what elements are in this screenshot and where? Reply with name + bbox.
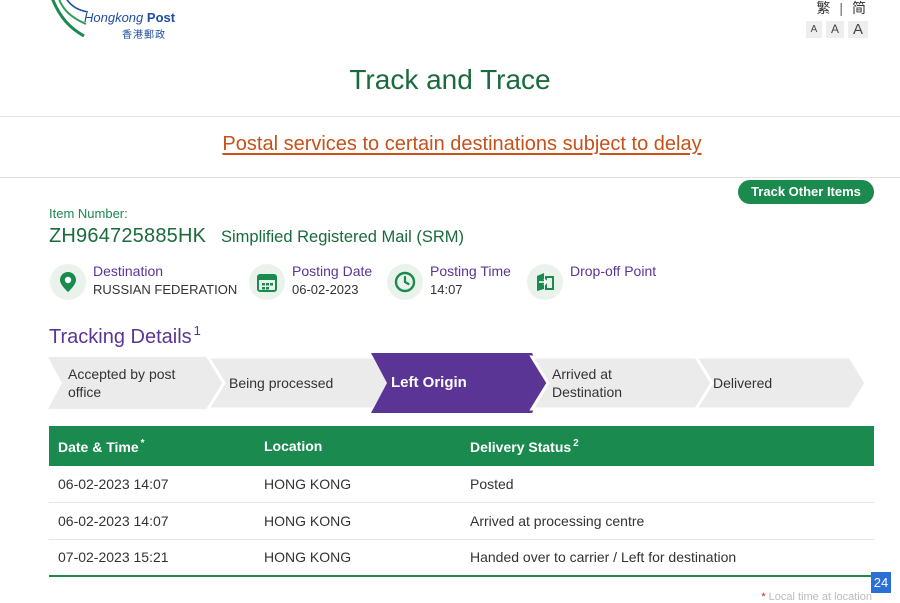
- tracking-details-heading: Tracking Details 1: [49, 323, 201, 348]
- step-delivered-label: Delivered: [713, 375, 773, 391]
- table-row: 06-02-2023 14:07 HONG KONG Arrived at pr…: [49, 502, 874, 540]
- page-title: Track and Trace: [349, 64, 551, 95]
- logo-text-zh: 香港郵政: [122, 30, 166, 41]
- tracking-table: Date & Time * Location Delivery Status 2 0…: [49, 426, 874, 577]
- table-row: 07-02-2023 15:21 HONG KONG Handed over t…: [49, 539, 874, 577]
- posting-time-info: Posting Time 14:07: [387, 262, 517, 302]
- header-datetime: Date & Time *: [49, 426, 255, 466]
- tracking-progress-steps: Accepted by post office Being processed L…: [48, 353, 878, 413]
- mail-type: Simplified Registered Mail (SRM): [221, 228, 464, 246]
- cell-location: HONG KONG: [255, 539, 461, 577]
- posting-date-value: 06-02-2023: [292, 282, 359, 297]
- drop-off-point-info[interactable]: Drop-off Point: [527, 262, 677, 302]
- destination-label: Destination: [93, 263, 164, 279]
- header-location: Location: [255, 426, 461, 466]
- posting-time-value: 14:07: [430, 282, 463, 297]
- item-number: ZH964725885HK: [49, 225, 207, 247]
- font-size-large-button[interactable]: A: [848, 21, 868, 38]
- cell-status: Handed over to carrier / Left for destin…: [461, 539, 874, 577]
- font-size-medium-button[interactable]: A: [826, 21, 844, 38]
- footnote-ref: 1: [193, 323, 201, 338]
- step-arrived-label: Arrived at Destination: [552, 366, 623, 400]
- location-pin-icon: [50, 264, 86, 300]
- cell-datetime: 07-02-2023 15:21: [49, 539, 255, 577]
- font-size-small-button[interactable]: A: [806, 21, 822, 38]
- table-row: 06-02-2023 14:07 HONG KONG Posted: [49, 466, 874, 503]
- divider: [0, 177, 900, 178]
- drop-off-icon: [527, 264, 563, 300]
- cell-location: HONG KONG: [255, 466, 461, 503]
- header-delivery-status: Delivery Status 2: [461, 426, 874, 466]
- posting-time-label: Posting Time: [430, 263, 511, 279]
- service-notice-link[interactable]: Postal services to certain destinations …: [0, 133, 900, 156]
- cell-status: Posted: [461, 466, 874, 503]
- destination-info: Destination RUSSIAN FEDERATION: [50, 262, 240, 302]
- lang-traditional-link[interactable]: 繁: [816, 0, 830, 18]
- table-header-row: Date & Time * Location Delivery Status 2: [49, 426, 874, 466]
- step-processing-label: Being processed: [229, 375, 334, 391]
- clock-icon: [387, 264, 423, 300]
- calendar-icon: [249, 264, 285, 300]
- divider: [0, 116, 900, 117]
- lang-simplified-link[interactable]: 简: [852, 0, 866, 18]
- cell-location: HONG KONG: [255, 502, 461, 540]
- item-number-label: Item Number:: [49, 206, 128, 221]
- destination-value: RUSSIAN FEDERATION: [93, 282, 238, 297]
- cell-datetime: 06-02-2023 14:07: [49, 466, 255, 503]
- language-switcher: 繁 | 简: [816, 0, 866, 18]
- posting-date-info: Posting Date 06-02-2023: [249, 262, 379, 302]
- footnote-local-time: * Local time at location: [761, 591, 872, 603]
- hongkong-post-logo[interactable]: Hongkong Post 香港郵政: [48, 0, 188, 46]
- step-left-origin-label: Left Origin: [391, 374, 467, 391]
- logo-text-en: Hongkong Post: [84, 10, 176, 25]
- posting-date-label: Posting Date: [292, 263, 373, 279]
- lang-separator: |: [839, 0, 843, 16]
- page-badge[interactable]: 24: [871, 572, 891, 593]
- cell-datetime: 06-02-2023 14:07: [49, 502, 255, 540]
- drop-off-point-label: Drop-off Point: [570, 263, 657, 279]
- logo-swoosh-icon: [51, 0, 88, 38]
- step-accepted-label: Accepted by post office: [68, 366, 176, 400]
- track-other-items-button[interactable]: Track Other Items: [738, 180, 874, 204]
- cell-status: Arrived at processing centre: [461, 502, 874, 540]
- font-size-controls: A A A: [806, 21, 868, 38]
